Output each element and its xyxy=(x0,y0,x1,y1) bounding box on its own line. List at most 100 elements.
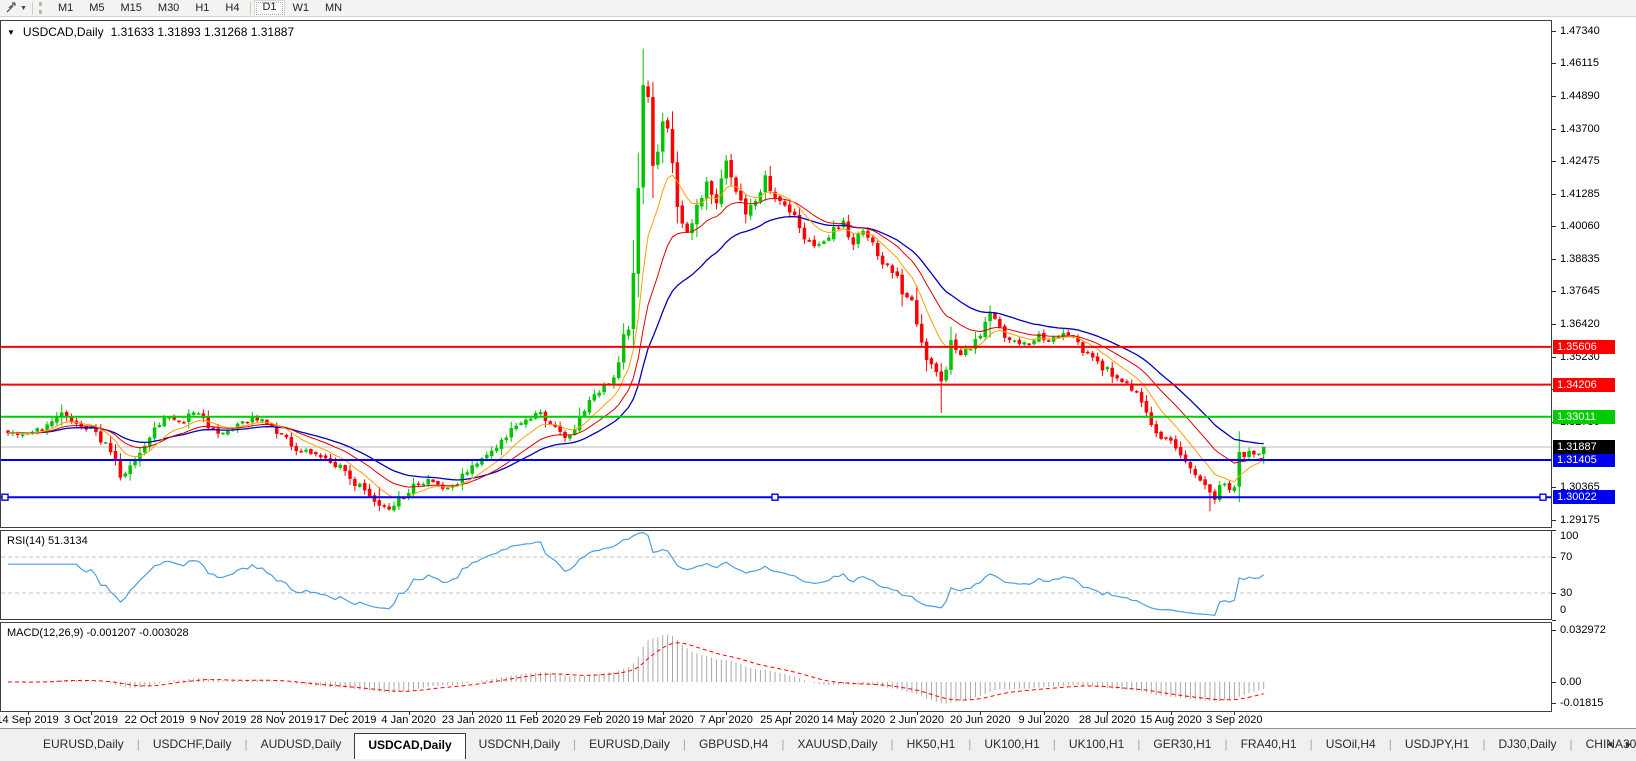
tab-eurusd-daily[interactable]: EURUSD,Daily xyxy=(30,733,137,756)
timeframe-button-m15[interactable]: M15 xyxy=(113,1,150,16)
rsi-axis-label: 100 xyxy=(1560,530,1578,542)
tab-hk50-h1[interactable]: HK50,H1 xyxy=(894,733,969,756)
price-axis-label: 1.40060 xyxy=(1560,220,1600,232)
price-level-label-1.35606: 1.35606 xyxy=(1553,340,1615,354)
toolbar-grip[interactable] xyxy=(39,2,45,14)
rsi-axis-label: 70 xyxy=(1560,551,1572,563)
timeframe-button-m30[interactable]: M30 xyxy=(150,1,187,16)
collapse-triangle-icon[interactable]: ▼ xyxy=(7,28,15,37)
date-axis-label: 7 Apr 2020 xyxy=(700,714,753,726)
tab-audusd-daily[interactable]: AUDUSD,Daily xyxy=(248,733,355,756)
price-level-label-1.34206: 1.34206 xyxy=(1553,378,1615,392)
macd-histogram xyxy=(8,635,1264,704)
price-level-label-1.30022: 1.30022 xyxy=(1553,490,1615,504)
toolbar-separator xyxy=(32,2,33,15)
chevron-down-icon[interactable]: ▼ xyxy=(20,5,27,12)
candles xyxy=(7,49,1266,512)
timeframe-button-mn[interactable]: MN xyxy=(317,1,350,16)
macd-axis-label: 0.032972 xyxy=(1560,624,1606,636)
rsi-axis-tick xyxy=(1552,620,1556,621)
date-axis-label: 9 Jul 2020 xyxy=(1018,714,1069,726)
tab-usdcad-daily[interactable]: USDCAD,Daily xyxy=(354,733,465,759)
price-axis-label: 1.43700 xyxy=(1560,123,1600,135)
macd-label: MACD(12,26,9) -0.001207 -0.003028 xyxy=(7,627,189,639)
mt4-chart-window: ▼ M1M5M15M30H1H4 D1W1MN ▼ USDCAD,Daily 1.… xyxy=(0,0,1636,761)
date-axis-label: 3 Sep 2020 xyxy=(1206,714,1262,726)
tab-ger30-h1[interactable]: GER30,H1 xyxy=(1140,733,1224,756)
tab-gbpusd-h4[interactable]: GBPUSD,H4 xyxy=(686,733,781,756)
price-axis-tick xyxy=(1552,161,1556,162)
price-chart-panel[interactable]: ▼ USDCAD,Daily 1.31633 1.31893 1.31268 1… xyxy=(0,20,1552,528)
tab-scroll-arrows: ◄ ► xyxy=(1605,739,1633,749)
price-axis-tick xyxy=(1552,259,1556,260)
rsi-panel[interactable]: RSI(14) 51.3134 xyxy=(0,530,1552,620)
price-axis-label: 1.29175 xyxy=(1560,514,1600,526)
price-axis-label: 1.37645 xyxy=(1560,285,1600,297)
chart-title-ohlc: 1.31633 1.31893 1.31268 1.31887 xyxy=(111,25,295,39)
tab-scroll-right-icon[interactable]: ► xyxy=(1624,739,1633,749)
tab-xauusd-daily[interactable]: XAUUSD,Daily xyxy=(784,733,890,756)
rsi-chart-canvas xyxy=(1,531,1551,619)
chart-pointer-icon[interactable] xyxy=(2,1,20,16)
timeframe-button-h1[interactable]: H1 xyxy=(187,1,217,16)
price-axis-tick xyxy=(1552,487,1556,488)
tab-usdcnh-daily[interactable]: USDCNH,Daily xyxy=(466,733,573,756)
tab-usoil-h4[interactable]: USOil,H4 xyxy=(1313,733,1389,756)
date-axis-label: 28 Jul 2020 xyxy=(1079,714,1136,726)
date-axis-label: 23 Jan 2020 xyxy=(442,714,503,726)
macd-axis-tick xyxy=(1552,630,1556,631)
price-axis-label: 1.42475 xyxy=(1560,155,1600,167)
price-axis-label: 1.36420 xyxy=(1560,318,1600,330)
price-axis-tick xyxy=(1552,129,1556,130)
rsi-axis-tick xyxy=(1552,530,1556,531)
date-axis-label: 15 Aug 2020 xyxy=(1140,714,1202,726)
date-axis-label: 3 Oct 2019 xyxy=(64,714,118,726)
tab-fra40-h1[interactable]: FRA40,H1 xyxy=(1228,733,1310,756)
price-axis-label: 1.38835 xyxy=(1560,253,1600,265)
date-axis-label: 14 May 2020 xyxy=(821,714,885,726)
macd-axis-label: -0.01815 xyxy=(1560,697,1603,709)
date-axis-label: 17 Dec 2019 xyxy=(314,714,376,726)
price-axis-tick xyxy=(1552,194,1556,195)
tab-uk100-h1[interactable]: UK100,H1 xyxy=(971,733,1052,756)
timeframe-button-d1[interactable]: D1 xyxy=(254,0,284,17)
tab-eurusd-daily[interactable]: EURUSD,Daily xyxy=(576,733,683,756)
price-axis-label: 1.46115 xyxy=(1560,57,1599,69)
rsi-label: RSI(14) 51.3134 xyxy=(7,535,88,547)
price-axis-tick xyxy=(1552,357,1556,358)
macd-axis-tick xyxy=(1552,703,1556,704)
price-axis: 1.473401.461151.448901.437001.424751.412… xyxy=(1552,20,1636,712)
tab-uk100-h1[interactable]: UK100,H1 xyxy=(1056,733,1137,756)
chart-pointer-icon-glyph xyxy=(5,2,18,15)
price-axis-label: 1.41285 xyxy=(1560,188,1600,200)
timeframe-buttons: M1M5M15M30H1H4 D1W1MN xyxy=(50,0,350,17)
price-axis-tick xyxy=(1552,63,1556,64)
hline-handle[interactable] xyxy=(2,494,8,500)
date-axis-label: 9 Nov 2019 xyxy=(190,714,246,726)
tab-scroll-left-icon[interactable]: ◄ xyxy=(1605,739,1614,749)
current-price-label: 1.31887 xyxy=(1553,440,1615,454)
tab-dj30-daily[interactable]: DJ30,Daily xyxy=(1485,733,1569,756)
chart-title-symbol: USDCAD,Daily xyxy=(23,25,104,39)
tab-usdchf-daily[interactable]: USDCHF,Daily xyxy=(140,733,245,756)
date-axis-label: 28 Nov 2019 xyxy=(250,714,312,726)
macd-axis-tick xyxy=(1552,682,1556,683)
timeframe-button-m1[interactable]: M1 xyxy=(50,1,81,16)
macd-axis-label: 0.00 xyxy=(1560,676,1581,688)
rsi-axis-label: 30 xyxy=(1560,587,1572,599)
timeframe-button-w1[interactable]: W1 xyxy=(285,1,318,16)
date-axis-label: 22 Oct 2019 xyxy=(125,714,185,726)
price-axis-tick xyxy=(1552,520,1556,521)
date-axis-label: 20 Jun 2020 xyxy=(950,714,1011,726)
timeframe-button-m5[interactable]: M5 xyxy=(81,1,112,16)
hline-handle[interactable] xyxy=(1540,494,1546,500)
date-axis-label: 29 Feb 2020 xyxy=(568,714,630,726)
price-axis-tick xyxy=(1552,291,1556,292)
timeframe-button-h4[interactable]: H4 xyxy=(217,1,247,16)
date-axis-label: 11 Feb 2020 xyxy=(505,714,566,726)
macd-panel[interactable]: MACD(12,26,9) -0.001207 -0.003028 xyxy=(0,622,1552,712)
hline-handle[interactable] xyxy=(772,494,778,500)
timeframe-toolbar: ▼ M1M5M15M30H1H4 D1W1MN xyxy=(0,0,1636,17)
price-axis-tick xyxy=(1552,96,1556,97)
tab-usdjpy-h1[interactable]: USDJPY,H1 xyxy=(1392,733,1482,756)
